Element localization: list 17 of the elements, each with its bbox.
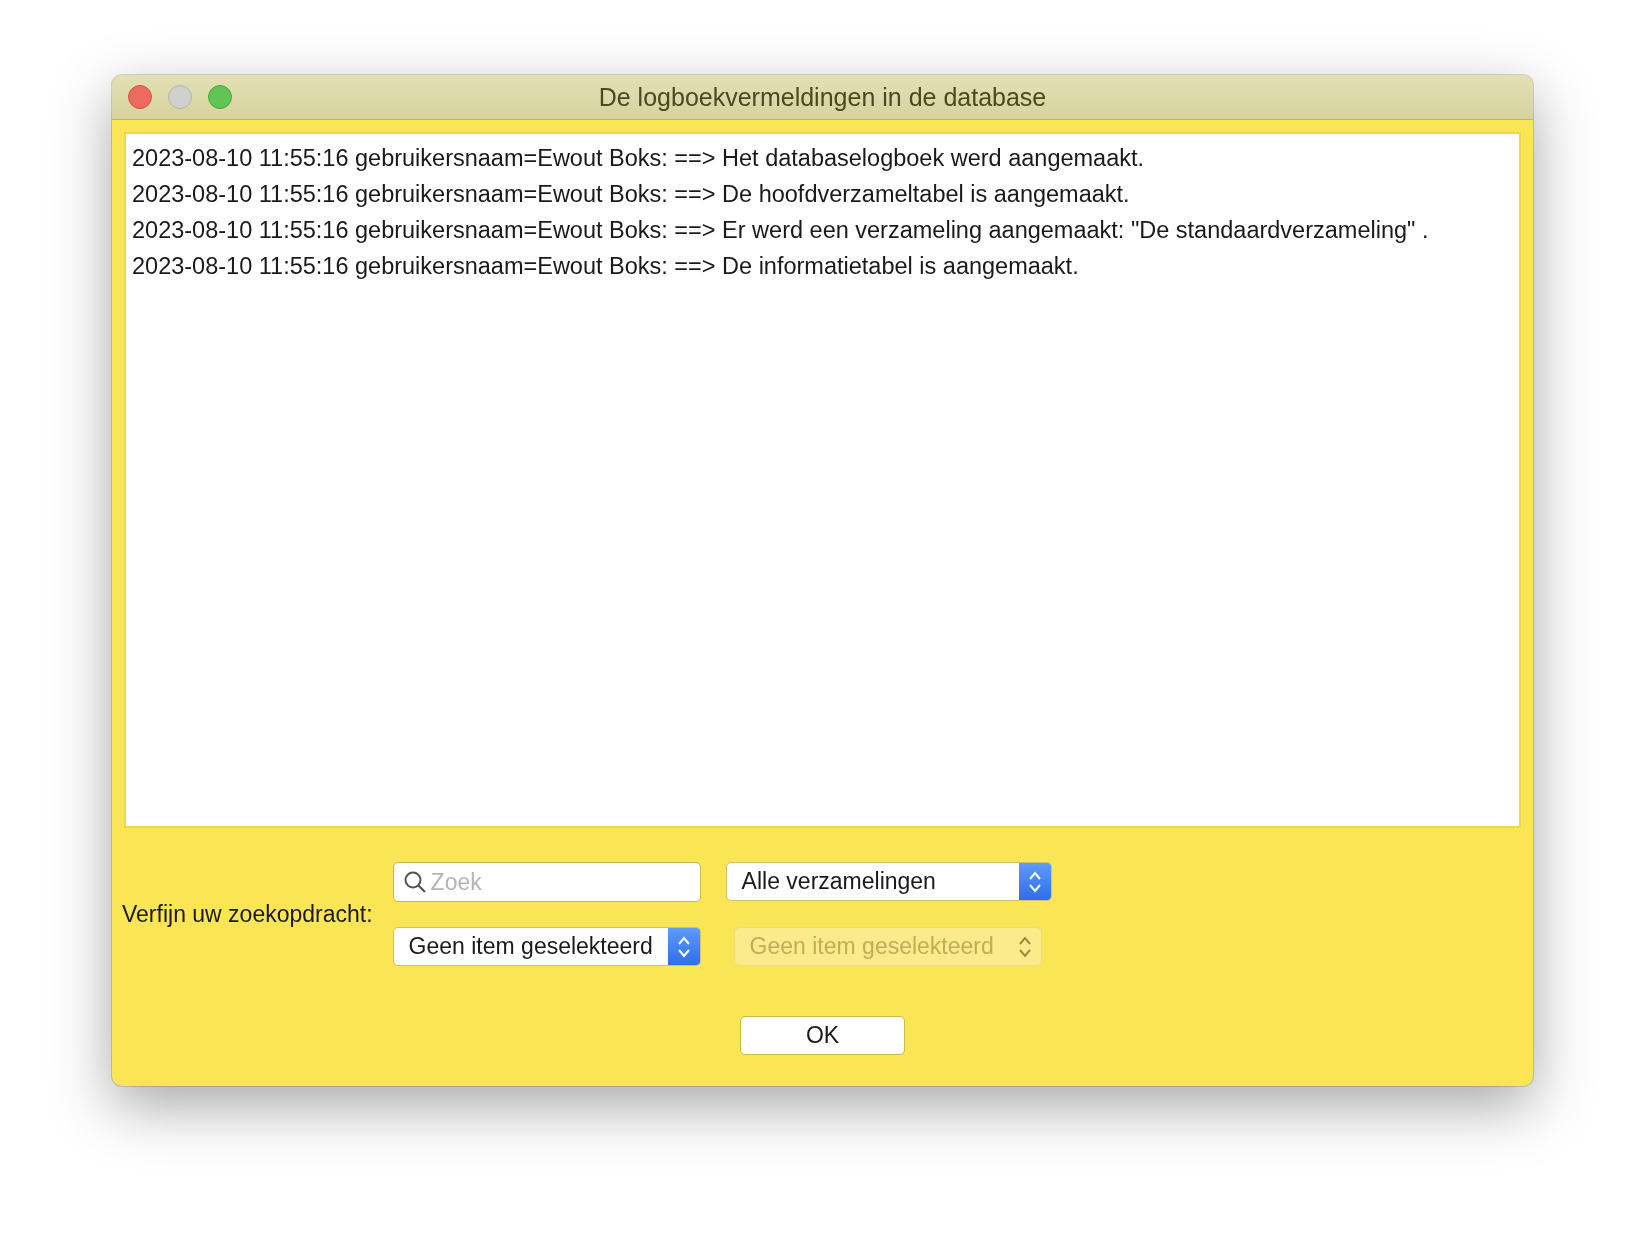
log-entry: 2023-08-10 11:55:16 gebruikersnaam=Ewout Boks: ==> Er werd een verzameling aangemaakt: "De standaardverzameling" . bbox=[132, 216, 1430, 245]
window-title: De logboekvermeldingen in de database bbox=[598, 82, 1047, 111]
zoom-button[interactable] bbox=[208, 85, 232, 109]
search-icon bbox=[402, 870, 427, 894]
close-button[interactable] bbox=[128, 85, 152, 109]
search-field[interactable]: Zoek bbox=[392, 862, 701, 902]
filter-label: Verfijn uw zoekopdracht: bbox=[122, 900, 373, 928]
log-entry: 2023-08-10 11:55:16 gebruikersnaam=Ewout Boks: ==> De informatietabel is aangemaakt. bbox=[132, 252, 1080, 281]
up-down-arrows-icon bbox=[676, 934, 691, 959]
up-down-arrows-icon bbox=[1027, 869, 1042, 894]
log-entry: 2023-08-10 11:55:16 gebruikersnaam=Ewout Boks: ==> De hoofdverzameltabel is aangemaakt. bbox=[132, 180, 1131, 209]
ok-button[interactable]: OK bbox=[740, 1016, 905, 1055]
dropdown[interactable]: Geen item geselekteerd bbox=[392, 927, 701, 966]
minimize-button[interactable] bbox=[168, 85, 192, 109]
up-down-arrows-icon bbox=[1017, 934, 1032, 959]
log-entry: 2023-08-10 11:55:16 gebruikersnaam=Ewout Boks: ==> Het databaselogboek werd aangemaakt. bbox=[132, 144, 1146, 173]
dropdown[interactable]: Alle verzamelingen bbox=[725, 862, 1052, 901]
